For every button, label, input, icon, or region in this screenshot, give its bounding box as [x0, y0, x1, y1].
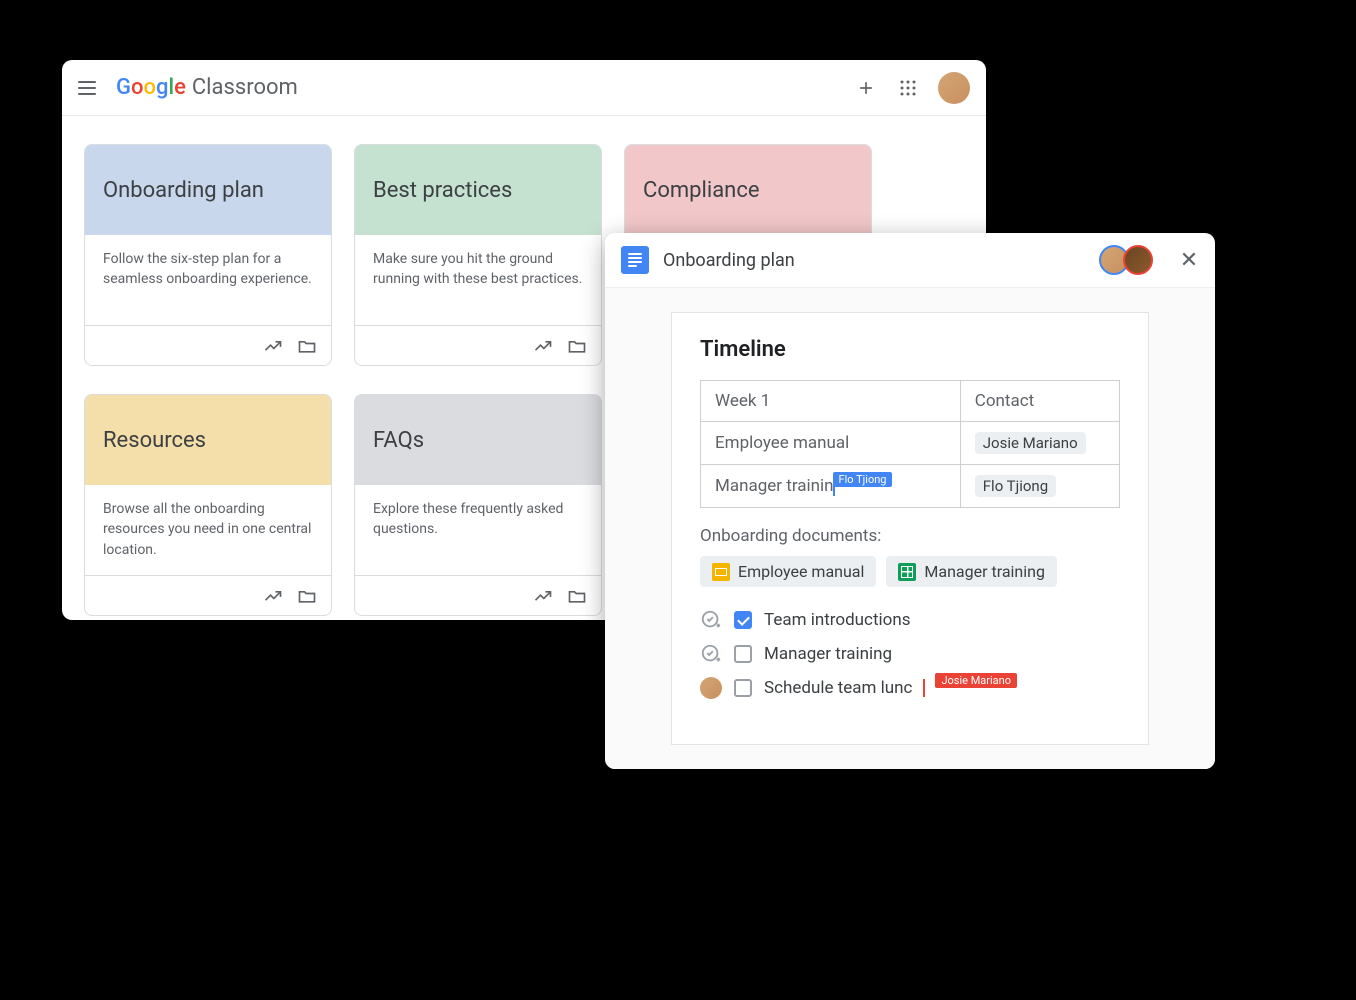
doc-chip-sheets[interactable]: Manager training	[886, 556, 1057, 587]
contact-chip[interactable]: Flo Tjiong	[975, 475, 1056, 497]
card-title: Best practices	[373, 178, 512, 203]
class-card-onboarding-plan[interactable]: Onboarding plan Follow the six-step plan…	[84, 144, 332, 366]
google-logo: Google Classroom	[116, 75, 298, 100]
checklist-item: Team introductions	[700, 609, 1120, 631]
docs-title: Onboarding plan	[663, 250, 795, 271]
card-desc: Follow the six-step plan for a seamless …	[103, 249, 313, 290]
collab-cursor-icon	[923, 679, 925, 697]
task-cell: Manager trainin	[715, 476, 834, 496]
docs-page[interactable]: Timeline Week 1 Contact Employee manual …	[671, 312, 1149, 745]
apps-grid-icon[interactable]	[896, 76, 920, 100]
class-card-best-practices[interactable]: Best practices Make sure you hit the gro…	[354, 144, 602, 366]
checklist-item: Schedule team luncJosie Mariano	[700, 677, 1120, 699]
class-card-resources[interactable]: Resources Browse all the onboarding reso…	[84, 394, 332, 616]
document-chips: Employee manual Manager training	[700, 556, 1120, 587]
slides-icon	[712, 563, 730, 581]
google-docs-icon	[621, 246, 649, 274]
card-desc: Browse all the onboarding resources you …	[103, 499, 313, 560]
collaborator-avatars[interactable]	[1105, 245, 1153, 275]
chip-label: Employee manual	[738, 562, 864, 581]
checklist-label: Manager training	[764, 644, 892, 664]
checkbox[interactable]	[734, 645, 752, 663]
checklist-item: Manager training	[700, 643, 1120, 665]
hamburger-menu-icon[interactable]	[78, 76, 102, 100]
chip-label: Manager training	[924, 562, 1045, 581]
classroom-header: Google Classroom	[62, 60, 986, 116]
card-title: FAQs	[373, 428, 424, 453]
user-avatar[interactable]	[938, 72, 970, 104]
folder-icon[interactable]	[567, 586, 587, 606]
docs-window: Onboarding plan ✕ Timeline Week 1 Contac…	[605, 233, 1215, 769]
checklist-label: Team introductions	[764, 610, 911, 630]
checklist-label: Schedule team lunc	[764, 678, 912, 698]
card-desc: Explore these frequently asked questions…	[373, 499, 583, 540]
folder-icon[interactable]	[297, 336, 317, 356]
collab-cursor-label: Josie Mariano	[935, 673, 1017, 688]
docs-header: Onboarding plan ✕	[605, 233, 1215, 287]
doc-chip-slides[interactable]: Employee manual	[700, 556, 876, 587]
collaborator-avatar[interactable]	[1123, 245, 1153, 275]
class-card-faqs[interactable]: FAQs Explore these frequently asked ques…	[354, 394, 602, 616]
contact-chip[interactable]: Josie Mariano	[975, 432, 1086, 454]
collab-cursor-label: Flo Tjiong	[833, 472, 893, 487]
checklist: Team introductions Manager training Sche…	[700, 609, 1120, 699]
docs-body: Timeline Week 1 Contact Employee manual …	[605, 287, 1215, 769]
folder-icon[interactable]	[297, 586, 317, 606]
checkbox[interactable]	[734, 679, 752, 697]
add-check-icon[interactable]	[700, 609, 722, 631]
add-check-icon[interactable]	[700, 643, 722, 665]
table-row: Employee manual Josie Mariano	[701, 422, 1120, 465]
task-cell: Employee manual	[715, 433, 849, 453]
create-plus-icon[interactable]	[854, 76, 878, 100]
sheets-icon	[898, 563, 916, 581]
card-desc: Make sure you hit the ground running wit…	[373, 249, 583, 290]
card-title: Compliance	[643, 178, 760, 203]
onboarding-documents-label: Onboarding documents:	[700, 526, 1120, 546]
user-avatar-icon	[700, 677, 722, 699]
trending-icon[interactable]	[263, 336, 283, 356]
card-title: Onboarding plan	[103, 178, 264, 203]
table-header-contact: Contact	[960, 381, 1119, 422]
table-row: Manager traininFlo Tjiong Flo Tjiong	[701, 465, 1120, 508]
folder-icon[interactable]	[567, 336, 587, 356]
app-title: Classroom	[192, 75, 298, 100]
trending-icon[interactable]	[533, 586, 553, 606]
trending-icon[interactable]	[263, 586, 283, 606]
trending-icon[interactable]	[533, 336, 553, 356]
checkbox[interactable]	[734, 611, 752, 629]
table-header-week: Week 1	[701, 381, 961, 422]
timeline-table: Week 1 Contact Employee manual Josie Mar…	[700, 380, 1120, 508]
timeline-heading: Timeline	[700, 337, 1120, 362]
close-icon[interactable]: ✕	[1179, 250, 1199, 270]
card-title: Resources	[103, 428, 206, 453]
